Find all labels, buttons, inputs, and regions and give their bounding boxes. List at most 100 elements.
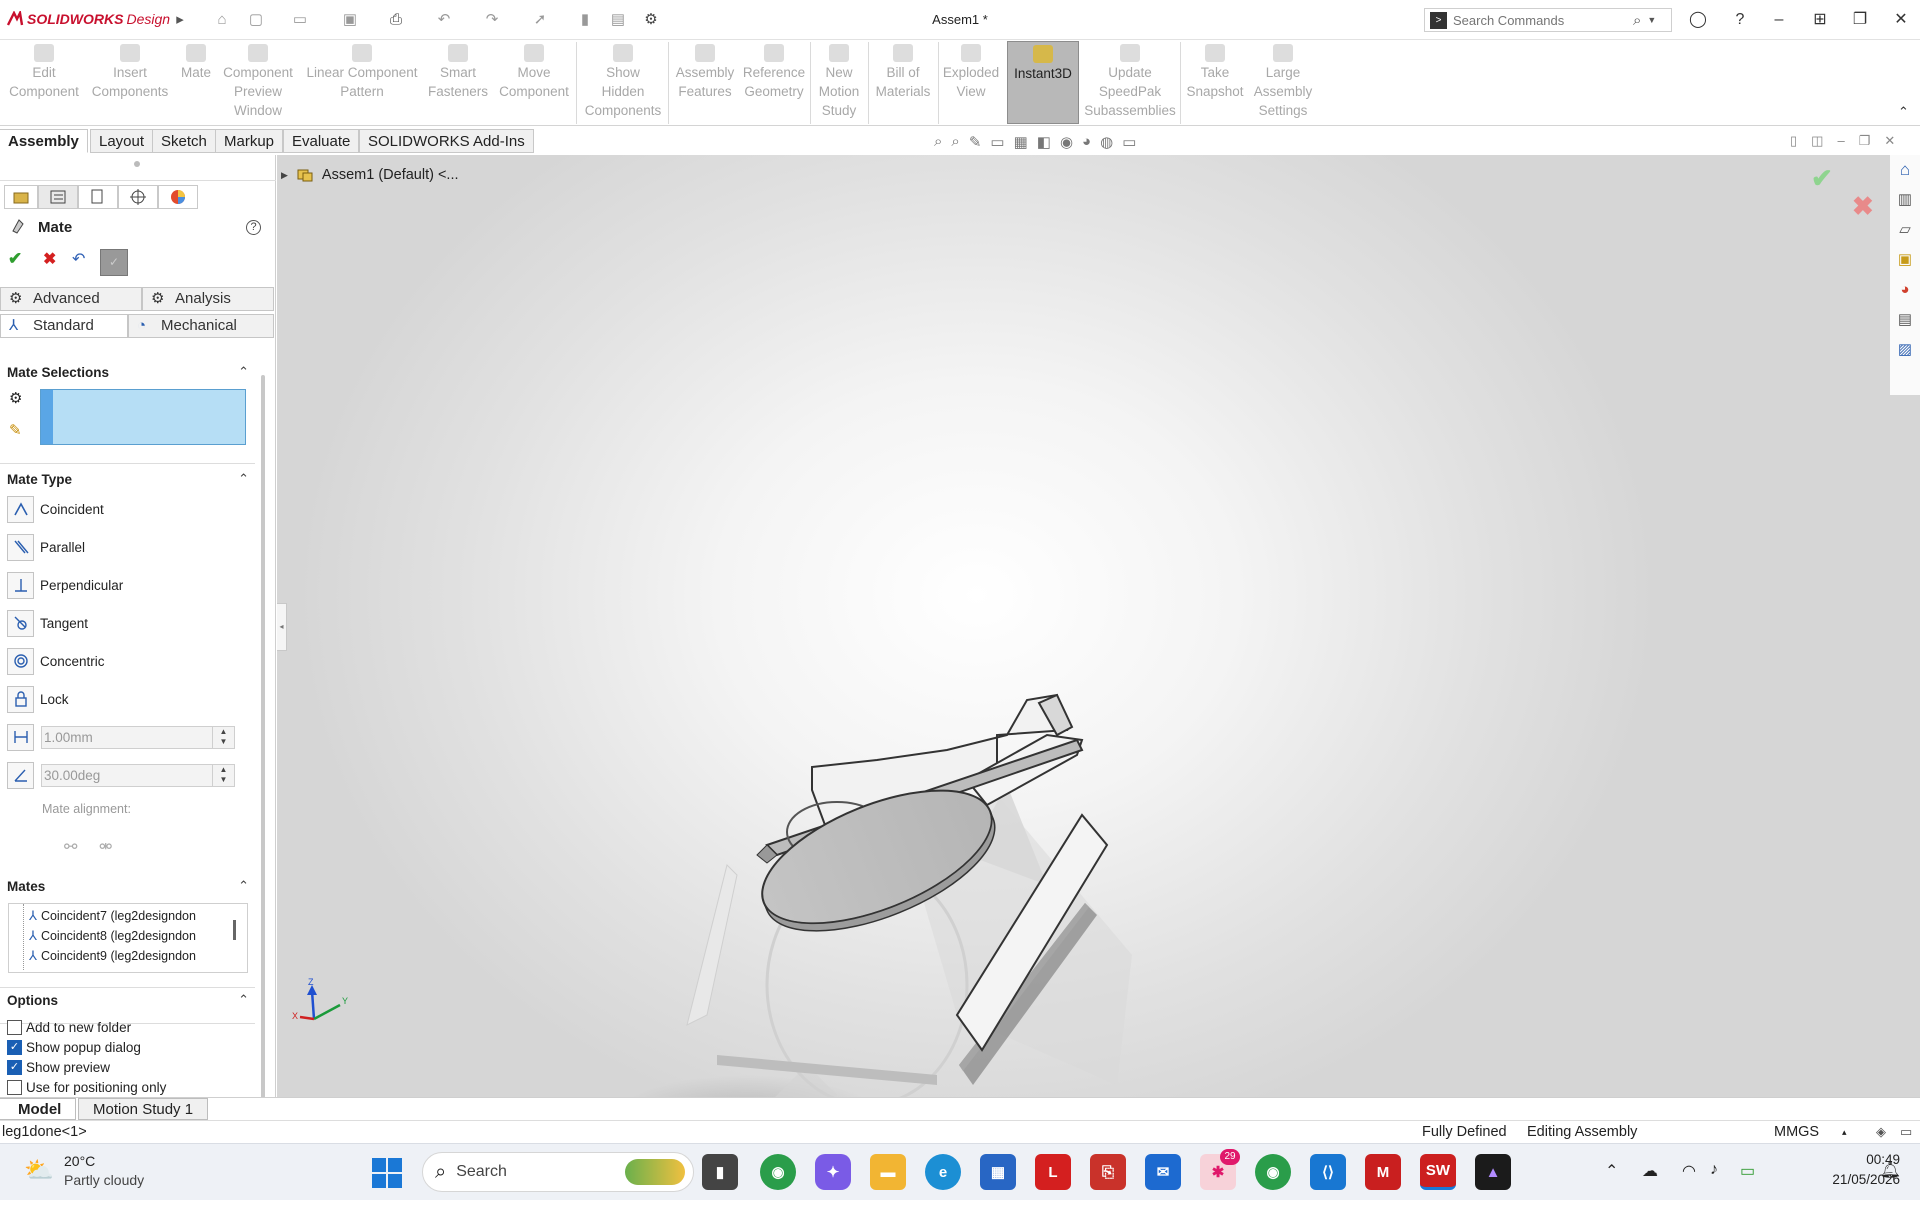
tab-assembly[interactable]: Assembly bbox=[0, 129, 88, 153]
units-selector[interactable]: MMGS bbox=[1774, 1121, 1819, 1143]
take-snapshot-button[interactable]: Take Snapshot bbox=[1184, 44, 1246, 124]
instant3d-button[interactable]: Instant3D bbox=[1007, 41, 1079, 124]
redo-icon[interactable]: ↷ bbox=[482, 10, 502, 30]
property-manager-tab-icon[interactable] bbox=[38, 185, 78, 209]
apply-scene-icon[interactable]: ◍ bbox=[1100, 133, 1113, 151]
file-properties-icon[interactable]: ▤ bbox=[608, 10, 628, 30]
undo-mate-icon[interactable]: ↶ bbox=[72, 249, 85, 269]
feature-manager-tab-icon[interactable] bbox=[4, 185, 38, 209]
mates-header[interactable]: Mates ⌃ bbox=[7, 878, 249, 894]
use-for-positioning-checkbox[interactable]: Use for positioning only bbox=[7, 1078, 166, 1096]
perpendicular-mate-button[interactable]: Perpendicular bbox=[7, 571, 123, 599]
list-item[interactable]: ⅄ Coincident8 (leg2designdon bbox=[29, 928, 196, 944]
onedrive-sync-off-icon[interactable]: ☁ bbox=[1642, 1161, 1658, 1181]
outlook-icon[interactable]: ✉ bbox=[1145, 1154, 1181, 1190]
chrome-icon[interactable]: ◉ bbox=[760, 1154, 796, 1190]
confirm-corner-cancel-icon[interactable]: ✖ bbox=[1852, 191, 1874, 222]
rebuild-status-icon[interactable]: ◈ bbox=[1876, 1121, 1886, 1143]
user-account-icon[interactable]: ◯ bbox=[1686, 8, 1710, 32]
show-hidden-icons-icon[interactable]: ⌃ bbox=[1605, 1161, 1618, 1181]
edit-appearance-icon[interactable]: ◕ bbox=[1082, 133, 1091, 151]
add-to-new-folder-checkbox[interactable]: Add to new folder bbox=[7, 1018, 131, 1036]
mates-scrollbar[interactable] bbox=[233, 920, 236, 940]
collapse-icon[interactable]: ⌃ bbox=[238, 364, 249, 380]
show-popup-dialog-checkbox[interactable]: ✓ Show popup dialog bbox=[7, 1038, 141, 1056]
component-preview-window-button[interactable]: Component Preview Window bbox=[220, 44, 296, 124]
edge-icon[interactable]: e bbox=[925, 1154, 961, 1190]
comments-icon[interactable]: ▭ bbox=[1900, 1121, 1912, 1143]
minimize-window-icon[interactable]: – bbox=[1767, 8, 1791, 32]
home-icon[interactable]: ⌂ bbox=[212, 10, 232, 30]
reference-geometry-button[interactable]: Reference Geometry bbox=[742, 44, 806, 124]
tab-evaluate[interactable]: Evaluate bbox=[283, 129, 360, 153]
close-window-icon[interactable]: ✕ bbox=[1889, 8, 1913, 32]
mate-selection-list[interactable] bbox=[40, 389, 246, 445]
tab-standard[interactable]: ⅄ Standard bbox=[0, 314, 128, 338]
file-explorer-icon[interactable]: ▬ bbox=[870, 1154, 906, 1190]
bill-of-materials-button[interactable]: Bill of Materials bbox=[870, 44, 936, 124]
viewport-close-icon[interactable]: ✕ bbox=[1884, 133, 1895, 149]
distance-spinner-icon[interactable]: ▲ ▼ bbox=[212, 727, 234, 748]
windows-start-icon[interactable] bbox=[372, 1158, 402, 1188]
expand-arrow-icon[interactable]: ▶ bbox=[281, 170, 288, 181]
tab-mechanical[interactable]: ◔ Mechanical bbox=[128, 314, 274, 338]
view-palette-icon[interactable]: ▣ bbox=[1890, 245, 1920, 275]
display-manager-tab-icon[interactable] bbox=[158, 185, 198, 209]
pushpin-icon[interactable]: ✓ bbox=[100, 249, 128, 276]
weather-temp[interactable]: 20°C bbox=[64, 1153, 95, 1169]
cancel-x-icon[interactable]: ✖ bbox=[43, 249, 56, 269]
previous-view-icon[interactable]: ✎ bbox=[969, 133, 982, 151]
viewport-split-icon[interactable]: ◫ bbox=[1811, 133, 1823, 149]
angle-mate-button[interactable] bbox=[7, 761, 34, 789]
collapse-icon[interactable]: ⌃ bbox=[238, 471, 249, 487]
undo-icon[interactable]: ↶ bbox=[434, 10, 454, 30]
view-settings-icon[interactable]: ▭ bbox=[1122, 133, 1136, 151]
panel-scrollbar[interactable] bbox=[261, 375, 265, 1195]
show-preview-checkbox[interactable]: ✓ Show preview bbox=[7, 1058, 110, 1076]
appearances-icon[interactable]: ◕ bbox=[1890, 275, 1920, 305]
graphics-area[interactable]: ◂ ▶ Assem1 (Default) <... ✔ ✖ Z X Y ⌂ ▥ … bbox=[277, 155, 1920, 1155]
new-document-icon[interactable]: ▢ bbox=[246, 10, 266, 30]
weather-description[interactable]: Partly cloudy bbox=[64, 1172, 144, 1188]
notification-bell-icon[interactable]: 🔔︎ bbox=[1880, 1160, 1900, 1180]
taskbar-search-box[interactable]: ⌕ Search bbox=[422, 1152, 694, 1192]
concentric-mate-button[interactable]: Concentric bbox=[7, 647, 105, 675]
move-component-button[interactable]: Move Component bbox=[496, 44, 572, 124]
tab-layout[interactable]: Layout bbox=[90, 129, 154, 153]
insert-components-button[interactable]: Insert Components bbox=[88, 44, 172, 124]
help-icon[interactable]: ? bbox=[1728, 8, 1752, 32]
new-motion-study-button[interactable]: New Motion Study bbox=[814, 44, 864, 124]
collapse-ribbon-icon[interactable]: ⌃ bbox=[1898, 104, 1909, 120]
large-assembly-settings-button[interactable]: Large Assembly Settings bbox=[1250, 44, 1316, 124]
viewport-tile-icon[interactable]: ▯ bbox=[1790, 133, 1797, 149]
angle-input[interactable]: 30.00deg ▲ ▼ bbox=[41, 764, 235, 787]
smart-fasteners-button[interactable]: Smart Fasteners bbox=[426, 44, 490, 124]
help-icon[interactable]: ? bbox=[246, 220, 261, 235]
distance-mate-button[interactable] bbox=[7, 723, 34, 751]
task-view-icon[interactable]: ▮ bbox=[702, 1154, 738, 1190]
solidworks-taskbar-icon[interactable]: SW bbox=[1420, 1154, 1456, 1190]
aligned-icon[interactable]: ⚯ bbox=[64, 837, 77, 857]
splitter-handle-icon[interactable] bbox=[134, 161, 140, 167]
configuration-manager-tab-icon[interactable] bbox=[78, 185, 118, 209]
display-style-icon[interactable]: ◧ bbox=[1037, 133, 1051, 151]
search-commands[interactable]: > ⌕ ▼ bbox=[1424, 8, 1672, 32]
parallel-mate-button[interactable]: Parallel bbox=[7, 533, 85, 561]
distance-input[interactable]: 1.00mm ▲ ▼ bbox=[41, 726, 235, 749]
angle-spinner-icon[interactable]: ▲ ▼ bbox=[212, 765, 234, 786]
custom-properties-icon[interactable]: ▤ bbox=[1890, 305, 1920, 335]
search-icon[interactable]: ⌕ bbox=[1633, 12, 1641, 29]
expand-menu-icon[interactable]: ▸ bbox=[170, 10, 190, 30]
hide-show-items-icon[interactable]: ◉ bbox=[1060, 133, 1073, 151]
lexis-app-icon[interactable]: L bbox=[1035, 1154, 1071, 1190]
mate-selections-header[interactable]: Mate Selections ⌃ bbox=[7, 364, 249, 380]
edit-component-button[interactable]: Edit Component bbox=[6, 44, 82, 124]
tab-markup[interactable]: Markup bbox=[215, 129, 284, 153]
tab-advanced[interactable]: ⚙ Advanced bbox=[0, 287, 142, 311]
design-library-icon[interactable]: ▥ bbox=[1890, 185, 1920, 215]
checkbox-unchecked[interactable] bbox=[7, 1019, 22, 1035]
layout-icon[interactable]: ⊞ bbox=[1808, 8, 1832, 32]
volume-icon[interactable]: ♪ bbox=[1710, 1161, 1718, 1179]
view-orientation-icon[interactable]: ▦ bbox=[1014, 133, 1028, 151]
lock-mate-button[interactable]: Lock bbox=[7, 685, 69, 713]
